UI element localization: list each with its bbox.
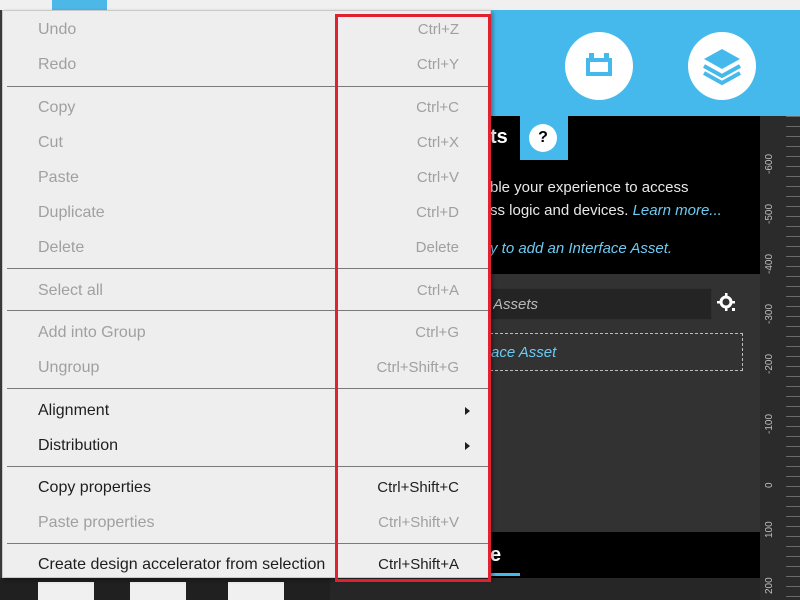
panel-title: ts xyxy=(490,126,508,148)
menu-item-label: Copy properties xyxy=(38,479,151,496)
menu-item-label: Undo xyxy=(38,21,77,38)
menu-item-label: Distribution xyxy=(38,437,119,454)
description-line-2: ss logic and devices. Learn more... xyxy=(490,199,722,222)
layers-icon xyxy=(703,49,741,86)
menu-item-label: Duplicate xyxy=(38,204,105,221)
shortcut-highlight-box xyxy=(335,14,491,582)
menu-item-label: Paste properties xyxy=(38,514,155,531)
menu-item-label: Paste xyxy=(38,169,79,186)
learn-more-link[interactable]: Learn more... xyxy=(633,202,722,219)
speaker-tile[interactable] xyxy=(228,582,284,600)
ruler-label: -200 xyxy=(764,353,775,374)
menu-item-label: Copy xyxy=(38,99,76,116)
menu-item-label: Ungroup xyxy=(38,359,100,376)
active-top-tab[interactable] xyxy=(52,0,107,10)
send-tile[interactable] xyxy=(130,582,186,600)
layers-button[interactable] xyxy=(688,32,756,100)
gear-icon[interactable] xyxy=(716,292,738,314)
question-icon: ? xyxy=(529,124,557,152)
ruler-label: -400 xyxy=(764,253,775,274)
ruler-corner xyxy=(760,10,800,116)
add-asset-hint: y to add an Interface Asset. xyxy=(490,240,673,257)
menu-item-label: Cut xyxy=(38,134,63,151)
ruler-label: 0 xyxy=(764,482,775,488)
panel-description: ble your experience to access ss logic a… xyxy=(490,176,722,222)
ruler-label: -300 xyxy=(764,303,775,324)
menu-item-label: Delete xyxy=(38,239,85,256)
vertical-ruler: -600 -500 -400 -300 -200 -100 0 100 200 xyxy=(760,116,800,600)
ruler-label: 100 xyxy=(764,521,775,538)
asset-search-box[interactable] xyxy=(480,288,715,320)
description-line-1: ble your experience to access xyxy=(490,179,689,196)
menu-item-label: Alignment xyxy=(38,402,110,419)
ruler-label: 200 xyxy=(764,577,775,594)
battery-button[interactable] xyxy=(565,32,633,100)
help-button[interactable]: ? xyxy=(520,116,568,160)
menu-item-label: Add into Group xyxy=(38,324,146,341)
menu-item-label: Create design accelerator from selection xyxy=(38,556,326,573)
battery-icon xyxy=(586,53,612,76)
ruler-label: -500 xyxy=(764,203,775,224)
ruler-label: -100 xyxy=(764,413,775,434)
menu-item-label: Redo xyxy=(38,56,77,73)
menu-item-label: Select all xyxy=(38,282,103,299)
ruler-label: -600 xyxy=(764,153,775,174)
asset-search-input[interactable] xyxy=(481,289,715,319)
description-text: ss logic and devices. xyxy=(490,202,633,219)
ruler-ticks xyxy=(786,116,800,600)
facebook-tile[interactable] xyxy=(38,582,94,600)
top-menu-strip xyxy=(0,0,800,10)
add-asset-dropzone[interactable]: ace Asset xyxy=(480,333,743,371)
